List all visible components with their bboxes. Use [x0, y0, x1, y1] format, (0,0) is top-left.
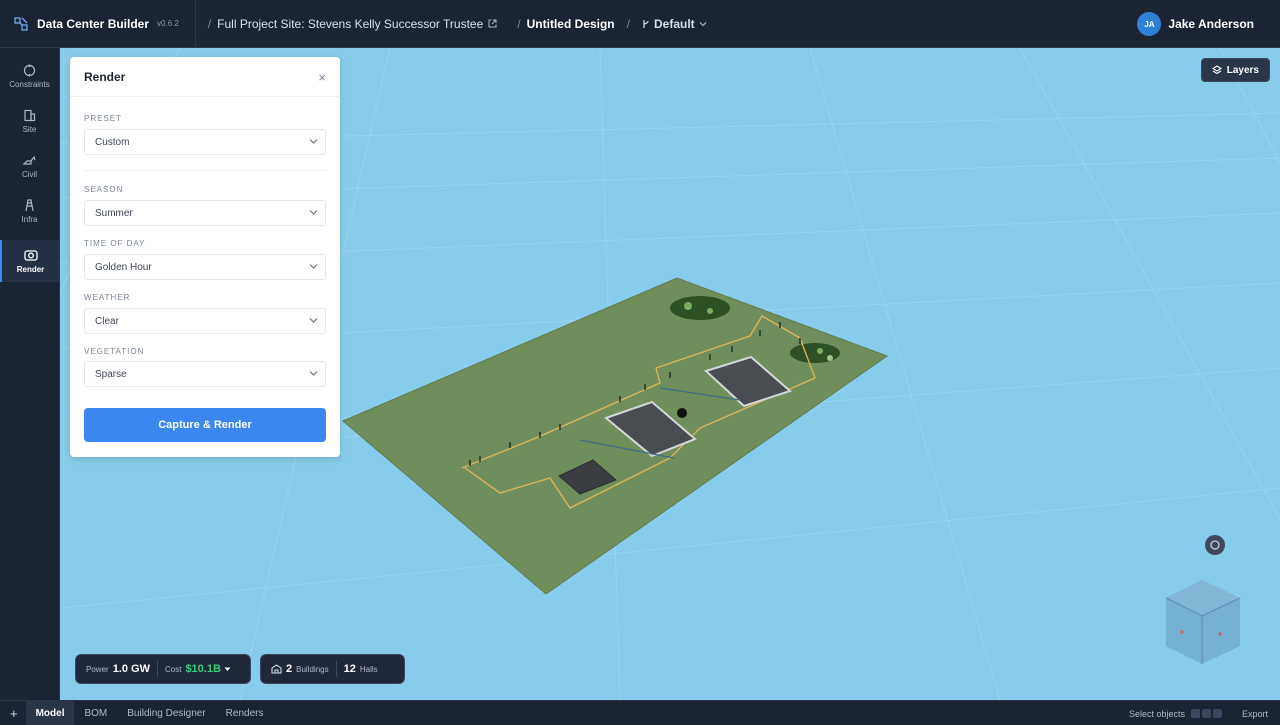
buildings-label: Buildings [296, 664, 329, 674]
key-icon [1201, 709, 1211, 718]
rail-item-label: Render [16, 264, 45, 274]
add-tab-button[interactable]: + [10, 706, 18, 721]
time-of-day-label: TIME OF DAY [84, 239, 146, 248]
panel-header: Render [70, 57, 340, 97]
buildings-halls-summary[interactable]: 2 Buildings 12 Halls [260, 654, 405, 684]
tab-model[interactable]: Model [25, 700, 75, 725]
panel-title: Render [84, 69, 126, 84]
divider [194, 0, 196, 48]
chevron-down-icon [309, 210, 318, 215]
rail-item-site[interactable]: Site [0, 99, 59, 144]
weather-label: WEATHER [84, 293, 131, 302]
rail-item-label: Infra [21, 215, 38, 224]
tower-icon [25, 199, 34, 212]
key-icon [1190, 709, 1200, 718]
breadcrumb-separator: / [626, 16, 630, 31]
rail-item-infra[interactable]: Infra [0, 189, 59, 234]
preset-value: Custom [95, 136, 130, 148]
avatar: JA [1137, 12, 1162, 36]
breadcrumb-design[interactable]: Untitled Design [527, 17, 615, 31]
recenter-icon[interactable] [1204, 534, 1226, 556]
season-select[interactable]: Summer [84, 200, 326, 226]
chevron-down-icon [309, 139, 318, 144]
view-cube-icon[interactable] [1160, 576, 1244, 668]
preset-label: PRESET [84, 114, 123, 123]
vegetation-value: Sparse [95, 368, 127, 380]
chevron-down-icon [309, 264, 318, 269]
breadcrumb-separator: / [207, 16, 212, 31]
external-link-icon[interactable] [488, 19, 497, 28]
cost-value: $10.1B [185, 663, 221, 675]
target-icon [23, 64, 36, 77]
chevron-down-icon [224, 667, 231, 671]
divider [84, 170, 326, 171]
vegetation-select[interactable]: Sparse [84, 361, 326, 387]
weather-select[interactable]: Clear [84, 308, 326, 334]
divider [335, 661, 337, 677]
status-area: Select objects Export [1129, 701, 1268, 725]
vegetation-label: VEGETATION [84, 347, 145, 356]
branch-label: Default [653, 16, 695, 31]
halls-count: 12 [343, 663, 356, 675]
divider [156, 661, 158, 677]
branch-icon [643, 19, 649, 28]
capture-render-button[interactable]: Capture & Render [84, 408, 326, 442]
time-of-day-select[interactable]: Golden Hour [84, 254, 326, 280]
app-version: v0.6.2 [157, 19, 179, 28]
branch-selector[interactable]: Default [642, 17, 711, 31]
chevron-down-icon [309, 371, 318, 376]
export-button[interactable]: Export [1242, 709, 1268, 719]
preset-select[interactable]: Custom [84, 129, 326, 155]
excavator-icon [23, 155, 36, 165]
left-rail: Constraints Site Civil Infra Render [0, 48, 60, 700]
camera-icon [23, 249, 38, 261]
season-value: Summer [95, 207, 133, 219]
status-text: Select objects [1128, 708, 1185, 719]
building-icon [24, 109, 36, 122]
power-label: Power [86, 664, 109, 674]
building-icon [271, 664, 282, 674]
app-title: Data Center Builder [37, 16, 150, 31]
rail-item-civil[interactable]: Civil [0, 144, 59, 189]
top-bar: Data Center Builder v0.6.2 / Full Projec… [0, 0, 1280, 48]
rail-item-label: Site [22, 125, 37, 134]
power-cost-summary[interactable]: Power 1.0 GW Cost $10.1B [75, 654, 251, 684]
layers-button[interactable]: Layers [1200, 58, 1270, 82]
season-label: SEASON [84, 185, 124, 194]
buildings-count: 2 [286, 663, 293, 675]
rail-item-constraints[interactable]: Constraints [0, 54, 59, 99]
key-icon [1212, 709, 1222, 718]
rail-item-label: Civil [21, 170, 38, 179]
bottom-bar: + Model BOM Building Designer Renders Se… [0, 700, 1280, 725]
weather-value: Clear [95, 315, 119, 327]
chevron-down-icon [699, 21, 707, 26]
rail-item-label: Constraints [9, 80, 50, 89]
breadcrumb-project[interactable]: Full Project Site: Stevens Kelly Success… [217, 17, 483, 31]
chevron-down-icon [309, 318, 318, 323]
user-menu[interactable]: JA Jake Anderson [1137, 12, 1254, 36]
render-panel: Render × PRESET Custom SEASON Summer TIM… [70, 57, 340, 457]
app-logo-icon[interactable] [14, 16, 28, 31]
tab-renders[interactable]: Renders [216, 701, 274, 725]
shortcut-keys [1190, 709, 1222, 718]
cost-label: Cost [164, 664, 182, 674]
close-icon[interactable]: × [318, 70, 326, 85]
layers-icon [1211, 65, 1222, 75]
rail-item-render[interactable]: Render [0, 240, 59, 282]
breadcrumb-separator: / [517, 16, 521, 31]
time-of-day-value: Golden Hour [95, 261, 152, 273]
tab-building-designer[interactable]: Building Designer [117, 701, 215, 725]
layers-label: Layers [1226, 64, 1259, 76]
halls-label: Halls [359, 664, 378, 674]
user-name: Jake Anderson [1168, 17, 1254, 31]
power-value: 1.0 GW [112, 663, 150, 675]
tab-bom[interactable]: BOM [74, 701, 117, 725]
